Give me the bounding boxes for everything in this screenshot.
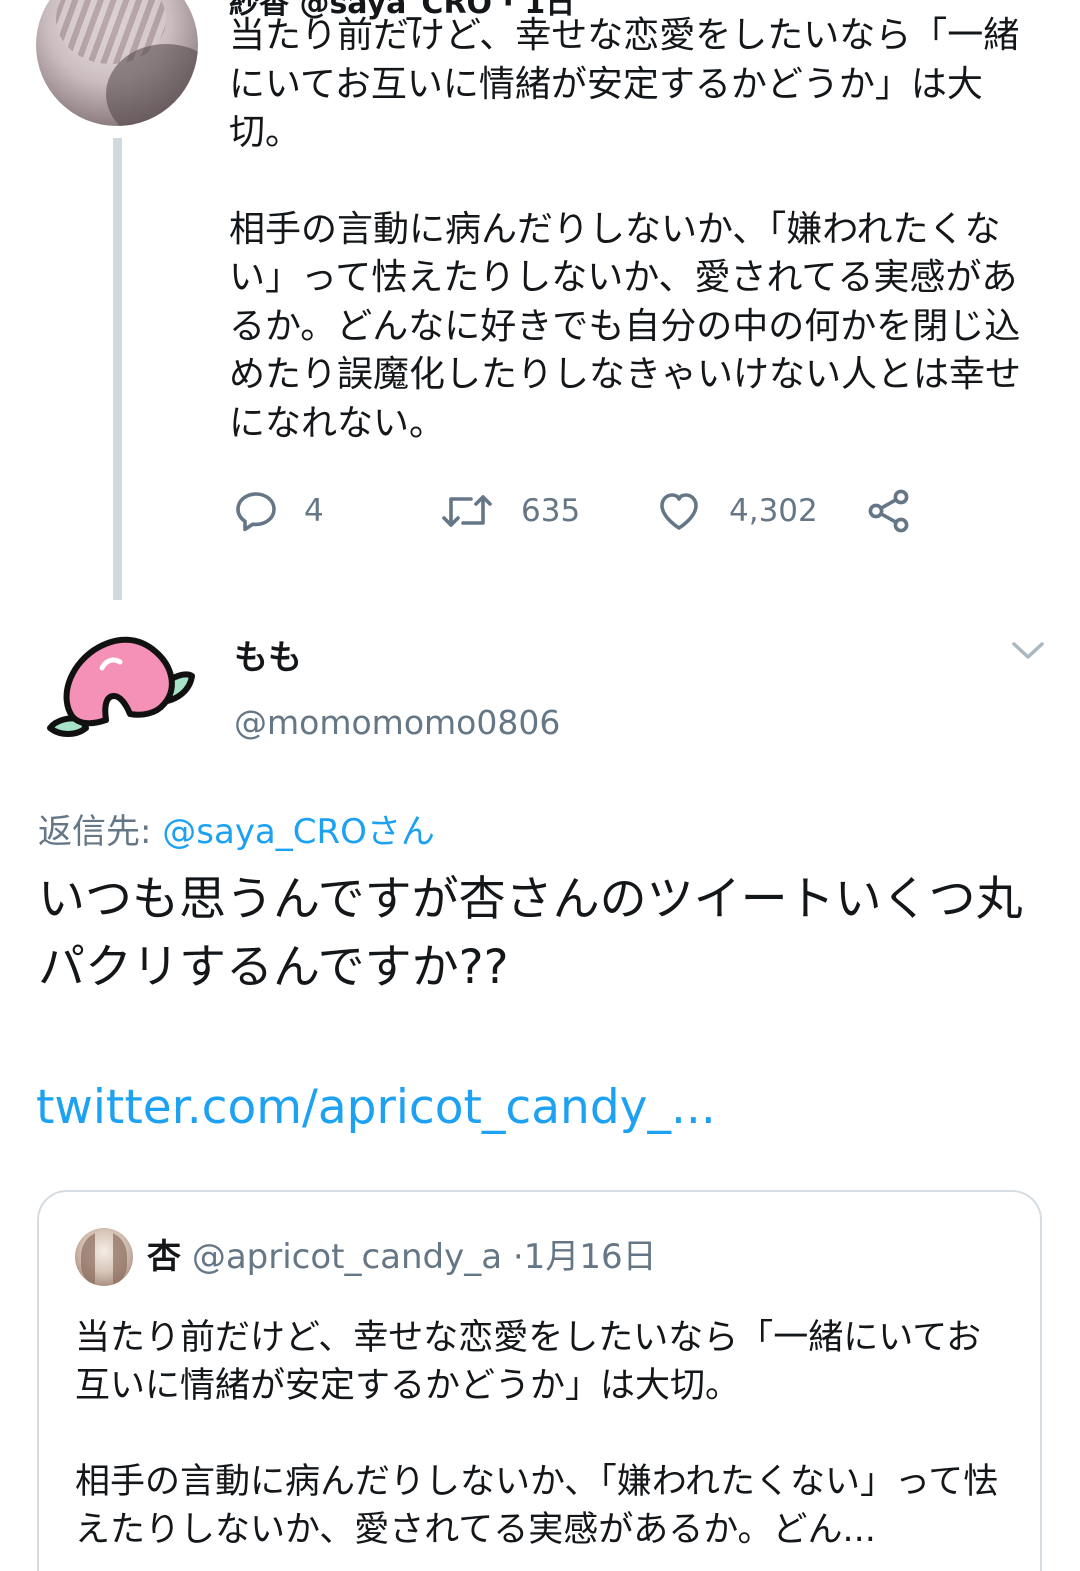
chevron-down-icon[interactable]	[1008, 636, 1048, 666]
thread-line	[113, 138, 122, 600]
retweet-button[interactable]: 635	[439, 486, 580, 536]
parent-tweet-paragraph-2: 相手の言動に病んだりしないか、「嫌われたくない」って怯えたりしないか、愛されてる…	[229, 208, 1022, 444]
quoted-tweet-header: 杏 @apricot_candy_a ·1月16日	[147, 1232, 657, 1282]
parent-tweet-text: 当たり前だけど、幸せな恋愛をしたいなら「一緒にいてお互いに情緒が安定するかどうか…	[229, 12, 1049, 448]
share-icon	[864, 487, 914, 535]
retweet-icon	[439, 487, 495, 535]
quoted-avatar-hair	[81, 1232, 127, 1286]
share-button[interactable]	[864, 486, 914, 536]
like-button[interactable]: 4,302	[654, 486, 818, 536]
reply-handle[interactable]: @momomomo0806	[234, 703, 560, 742]
tweet-actions: 4 635 4,302	[232, 486, 932, 536]
reply-avatar[interactable]	[42, 628, 198, 746]
quoted-handle: @apricot_candy_a	[191, 1237, 503, 1277]
quoted-paragraph-1: 当たり前だけど、幸せな恋愛をしたいなら「一緒にいてお互いに情緒が安定するかどうか…	[75, 1318, 982, 1406]
reply-tweet-text: いつも思うんですが杏さんのツイートいくつ丸パクリするんですか??	[38, 872, 1023, 995]
reply-to-line: 返信先: @saya_CROさん	[38, 804, 435, 853]
reply-to-mention[interactable]: @saya_CROさん	[162, 812, 435, 852]
retweet-count: 635	[521, 493, 581, 529]
quoted-name: 杏	[147, 1237, 181, 1277]
quoted-separator: ·	[512, 1237, 524, 1277]
reply-to-label: 返信先:	[38, 812, 163, 852]
quoted-avatar	[75, 1228, 133, 1286]
reply-count: 4	[304, 493, 324, 529]
like-icon	[654, 487, 704, 535]
reply-button[interactable]: 4	[232, 486, 324, 536]
parent-tweet-paragraph-1: 当たり前だけど、幸せな恋愛をしたいなら「一緒にいてお互いに情緒が安定するかどうか…	[229, 15, 1020, 153]
quoted-date: 1月16日	[523, 1237, 657, 1277]
quoted-tweet-card[interactable]: 杏 @apricot_candy_a ·1月16日 当たり前だけど、幸せな恋愛を…	[37, 1190, 1042, 1571]
reply-icon	[232, 487, 280, 535]
parent-avatar[interactable]	[36, 0, 198, 126]
quoted-paragraph-2: 相手の言動に病んだりしないか、「嫌われたくない」って怯えたりしないか、愛されてる…	[75, 1462, 999, 1550]
tweet-link[interactable]: twitter.com/apricot_candy_...	[36, 1080, 716, 1135]
quoted-tweet-text: 当たり前だけど、幸せな恋愛をしたいなら「一緒にいてお互いに情緒が安定するかどうか…	[75, 1314, 1015, 1554]
reply-display-name[interactable]: もも	[234, 630, 302, 679]
like-count: 4,302	[729, 493, 818, 529]
